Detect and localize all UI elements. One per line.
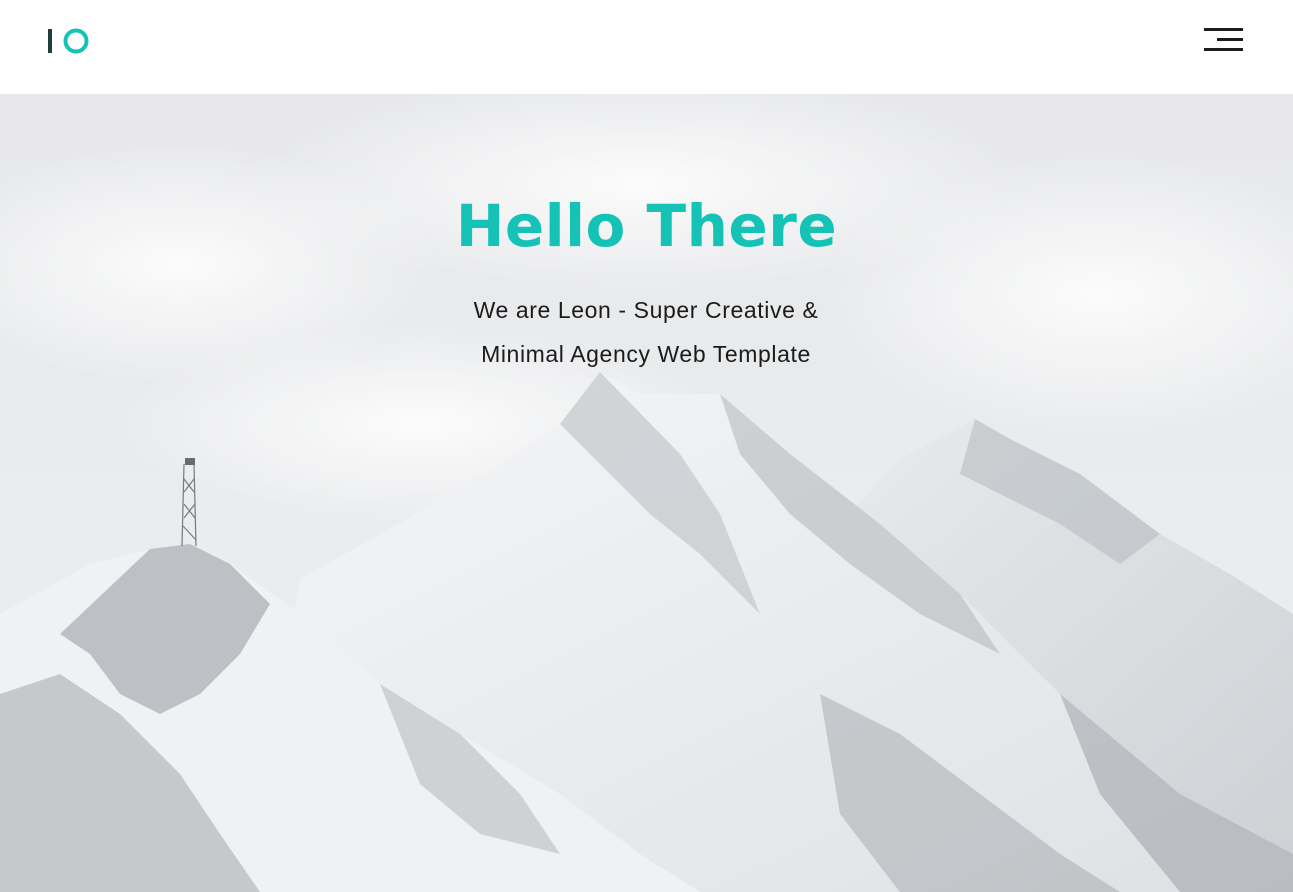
hero-subtitle-line-1: We are Leon - Super Creative & (473, 297, 819, 323)
brand-logo[interactable] (48, 28, 92, 54)
hero-section: Hello There We are Leon - Super Creative… (0, 94, 1293, 892)
hero-subtitle: We are Leon - Super Creative & Minimal A… (446, 288, 846, 376)
site-header (0, 0, 1293, 94)
hero-subtitle-line-2: Minimal Agency Web Template (481, 341, 811, 367)
hero-title: Hello There (455, 192, 838, 260)
hamburger-menu-icon (1204, 28, 1243, 31)
menu-toggle-button[interactable] (1202, 26, 1246, 56)
logo-mark-icon (48, 28, 89, 54)
